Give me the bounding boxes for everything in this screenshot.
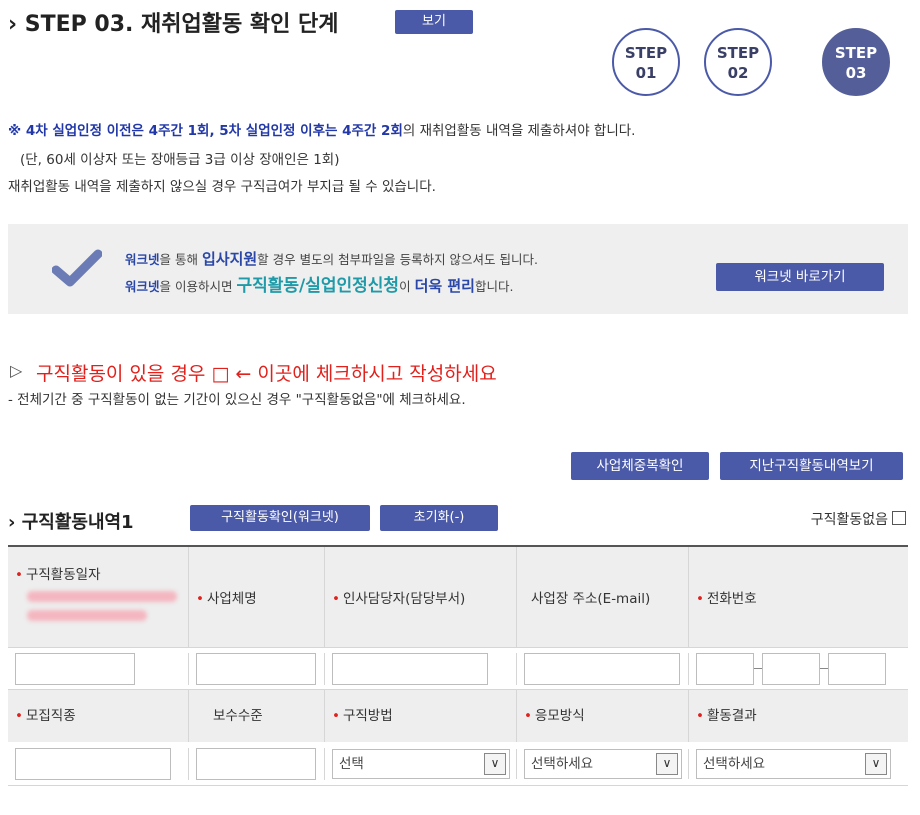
blurred-date-line [27,610,147,621]
step-01-indicator[interactable]: STEP 01 [612,28,680,96]
table-header-row-2: 모집직종 보수수준 구직방법 응모방식 활동결과 [8,689,908,742]
step-03-indicator[interactable]: STEP 03 [822,28,890,96]
instruction-title: ▷ 구직활동이 있을 경우 □ ← 이곳에 체크하시고 작성하세요 [10,361,497,385]
chevron-down-icon[interactable]: ∨ [656,752,678,775]
no-job-search-checkbox[interactable]: 구직활동없음 [811,509,906,529]
notice-exception: (단, 60세 이상자 또는 장애등급 3급 이상 장애인은 1회) [20,152,340,168]
job-type-input[interactable] [15,747,171,780]
reset-button[interactable]: 초기화(-) [380,505,498,531]
phone-part3-input[interactable] [828,652,886,685]
activity-date-input[interactable] [15,652,135,685]
table-input-row-1 [8,648,908,690]
blurred-date-line [27,591,177,602]
chevron-down-icon[interactable]: ∨ [484,752,506,775]
address-email-input[interactable] [524,652,680,685]
checkbox-icon[interactable] [892,511,906,525]
worknet-info-line1: 워크넷을 통해 입사지원할 경우 별도의 첨부파일을 등록하지 않으셔도 됩니다… [125,250,538,268]
application-method-select[interactable]: 선택하세요 ∨ [524,748,682,779]
salary-input[interactable] [196,747,316,780]
phone-part1-input[interactable] [696,652,754,685]
hr-manager-input[interactable] [332,652,488,685]
instruction-subnote: - 전체기간 중 구직활동이 없는 기간이 있으신 경우 "구직활동없음"에 체… [8,392,466,408]
job-search-table: 구직활동일자 사업체명 인사담당자(담당부서) 사업장 주소(E-mail) 전… [8,545,908,786]
page-title: › STEP 03. 재취업활동 확인 단계 [8,12,339,37]
table-header-row-1: 구직활동일자 사업체명 인사담당자(담당부서) 사업장 주소(E-mail) 전… [8,547,908,648]
checkmark-icon [52,249,102,287]
chevron-right-icon: › [8,12,18,37]
notice-submission-rule: ※ 4차 실업인정 이전은 4주간 1회, 5차 실업인정 이후는 4주간 2회… [8,123,636,139]
search-method-select[interactable]: 선택 ∨ [332,748,510,779]
chevron-down-icon[interactable]: ∨ [865,752,887,775]
activity-result-select[interactable]: 선택하세요 ∨ [696,748,891,779]
section-title: › 구직활동내역1 [8,512,134,533]
table-input-row-2: 선택 ∨ 선택하세요 ∨ 선택하세요 ∨ [8,742,908,786]
job-search-confirm-worknet-button[interactable]: 구직활동확인(워크넷) [190,505,370,531]
view-button[interactable]: 보기 [395,10,473,34]
business-duplicate-check-button[interactable]: 사업체중복확인 [571,452,709,480]
chevron-right-icon: › [8,512,16,533]
triangle-right-icon: ▷ [10,361,23,380]
step-02-indicator[interactable]: STEP 02 [704,28,772,96]
dash-separator [754,668,762,669]
company-name-input[interactable] [196,652,316,685]
notice-warning: 재취업활동 내역을 제출하지 않으실 경우 구직급여가 부지급 될 수 있습니다… [8,179,436,195]
phone-part2-input[interactable] [762,652,820,685]
past-job-search-history-button[interactable]: 지난구직활동내역보기 [720,452,903,480]
dash-separator [820,668,828,669]
worknet-info-line2: 워크넷을 이용하시면 구직활동/실업인정신청이 더욱 편리합니다. [125,276,514,296]
worknet-shortcut-button[interactable]: 워크넷 바로가기 [716,263,884,291]
